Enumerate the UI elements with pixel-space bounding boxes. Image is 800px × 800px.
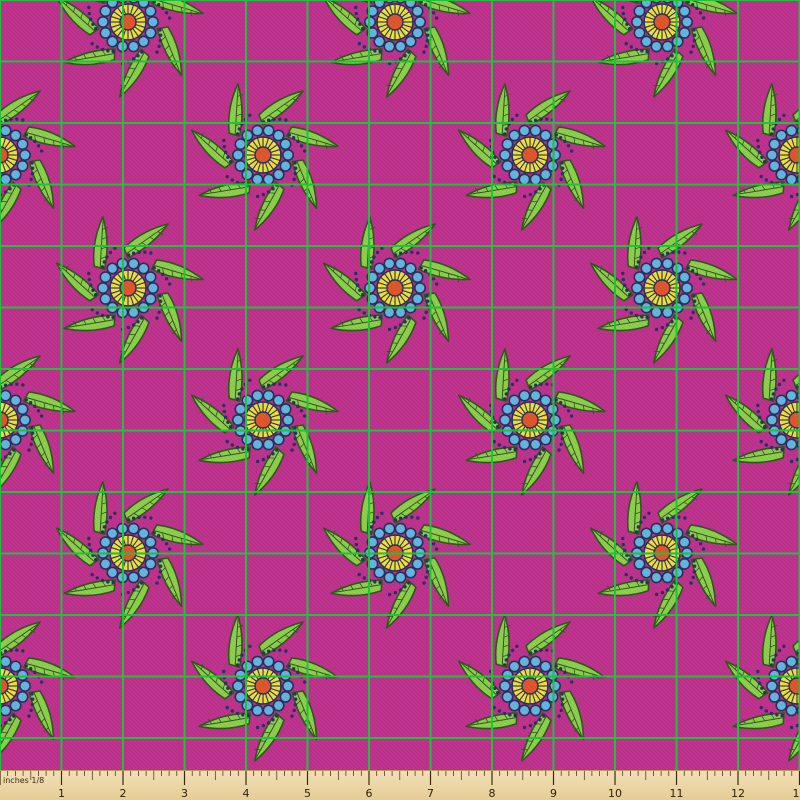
ruler-number: 9 [550,787,557,800]
ruler-number: 6 [366,787,373,800]
fabric-pattern [0,0,800,770]
ruler-scale: 12345678910111213 [0,771,800,800]
ruler-number: 7 [427,787,434,800]
ruler-number: 5 [304,787,311,800]
inch-ruler: 12345678910111213 inches 1/8 [0,770,800,800]
weave-texture [0,0,800,770]
ruler-number: 1 [58,787,65,800]
ruler-number: 12 [731,787,745,800]
fabric-swatch: 12345678910111213 inches 1/8 [0,0,800,800]
ruler-number: 2 [120,787,127,800]
ruler-number: 11 [670,787,684,800]
ruler-number: 13 [793,787,800,800]
ruler-number: 3 [181,787,188,800]
ruler-number: 8 [489,787,496,800]
ruler-number: 10 [608,787,622,800]
ruler-unit-label: inches 1/8 [3,776,45,785]
ruler-number: 4 [243,787,250,800]
